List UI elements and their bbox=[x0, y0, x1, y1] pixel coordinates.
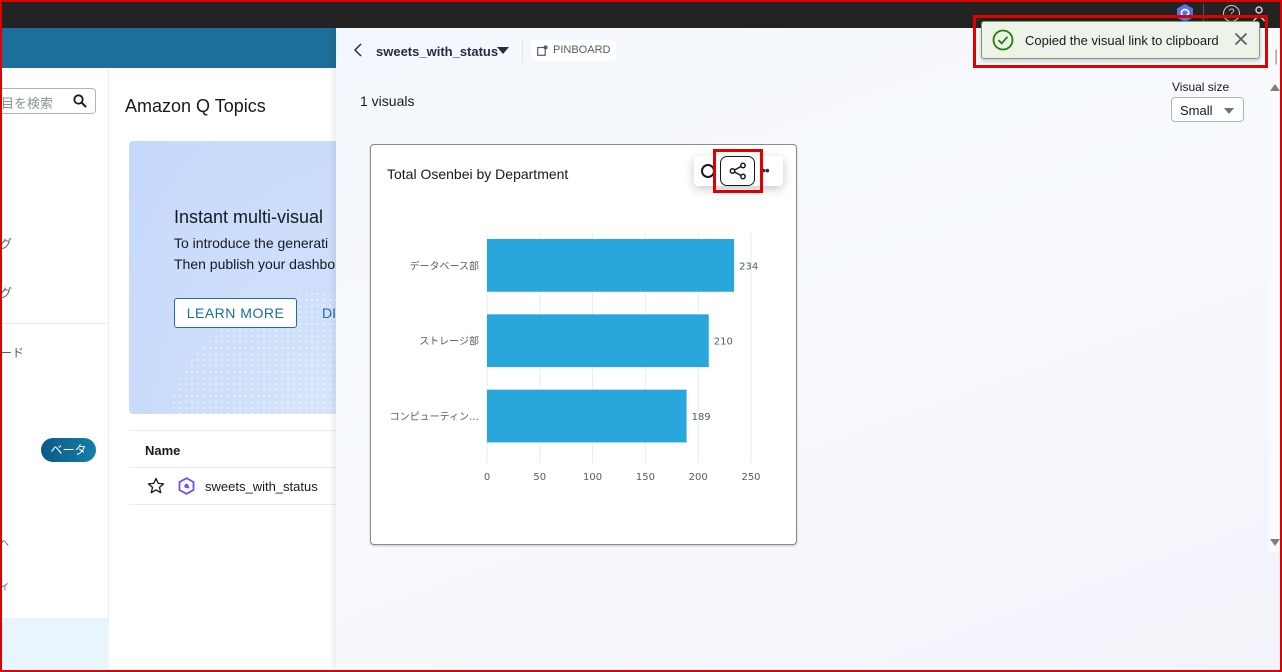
bar bbox=[487, 314, 709, 368]
bar-chart: 0 50 100 150 200 250 データベース部 234 ストレージ部 210 コンピューテ… bbox=[390, 233, 761, 483]
share-icon bbox=[729, 162, 746, 180]
x-tick-label: 0 bbox=[484, 472, 490, 483]
pinboard-icon bbox=[537, 45, 548, 56]
bar bbox=[487, 389, 687, 443]
table-row[interactable]: sweets_with_status bbox=[129, 468, 336, 505]
promo-dot-pattern bbox=[129, 141, 339, 414]
promo-text: Then publish your dashbo bbox=[174, 256, 336, 272]
sidebar-item-selected[interactable] bbox=[0, 618, 109, 672]
x-tick-label: 50 bbox=[533, 472, 546, 483]
sidebar: 目を検索 グ グ ード ベータ へ イ bbox=[0, 68, 109, 672]
caret-down-icon[interactable] bbox=[497, 47, 509, 54]
back-chevron-icon[interactable] bbox=[352, 42, 364, 58]
x-tick-label: 100 bbox=[583, 472, 602, 483]
table-header: Name bbox=[129, 430, 336, 468]
visual-size-select[interactable]: Small bbox=[1171, 97, 1244, 122]
promo-text: To introduce the generati bbox=[174, 235, 329, 251]
search-icon[interactable] bbox=[73, 94, 87, 108]
topic-selector[interactable]: sweets_with_status bbox=[376, 44, 498, 59]
category-label: データベース部 bbox=[410, 259, 480, 272]
scroll-down-arrow-icon[interactable] bbox=[1270, 539, 1280, 546]
data-label: 234 bbox=[739, 261, 758, 272]
close-icon[interactable] bbox=[1234, 32, 1248, 46]
visual-count: 1 visuals bbox=[360, 93, 415, 109]
data-label: 210 bbox=[714, 337, 733, 348]
app-header-bar bbox=[0, 28, 336, 68]
x-tick-label: 200 bbox=[689, 472, 708, 483]
share-button[interactable] bbox=[720, 156, 755, 186]
panel-edge-handle[interactable]: | bbox=[1274, 48, 1278, 66]
scroll-up-arrow-icon[interactable] bbox=[1270, 84, 1280, 91]
topic-icon bbox=[178, 477, 195, 495]
sidebar-item-fragment[interactable]: イ bbox=[0, 580, 9, 593]
sidebar-item-fragment[interactable]: グ bbox=[0, 235, 12, 252]
vertical-scrollbar[interactable] bbox=[1268, 78, 1282, 552]
learn-more-button[interactable]: LEARN MORE bbox=[174, 298, 297, 328]
sidebar-divider bbox=[0, 323, 109, 324]
explore-icon[interactable] bbox=[699, 162, 717, 180]
pinboard-label: PINBOARD bbox=[553, 44, 611, 56]
data-label: 189 bbox=[692, 412, 711, 423]
x-tick-label: 250 bbox=[741, 472, 760, 483]
header-divider bbox=[522, 40, 523, 62]
pinboard-button[interactable]: PINBOARD bbox=[531, 40, 617, 61]
help-icon[interactable]: ? bbox=[1223, 5, 1240, 22]
topic-name-link[interactable]: sweets_with_status bbox=[205, 479, 318, 494]
promo-heading: Instant multi-visual bbox=[174, 207, 324, 227]
category-label: ストレージ部 bbox=[419, 335, 479, 348]
beta-badge: ベータ bbox=[41, 438, 96, 462]
page-title: Amazon Q Topics bbox=[125, 96, 266, 116]
sidebar-item-fragment[interactable]: ード bbox=[0, 344, 24, 361]
column-header-name[interactable]: Name bbox=[145, 443, 180, 458]
visual-toolbar: •• bbox=[694, 156, 783, 186]
check-circle-icon bbox=[992, 29, 1014, 51]
more-options-icon[interactable]: •• bbox=[761, 162, 770, 178]
sidebar-item-fragment[interactable]: グ bbox=[0, 284, 12, 301]
caret-down-icon bbox=[1224, 108, 1234, 114]
toast-message: Copied the visual link to clipboard bbox=[1025, 33, 1219, 48]
category-label: コンピューティン… bbox=[390, 411, 479, 423]
visual-size-label: Visual size bbox=[1172, 80, 1230, 94]
dismiss-button[interactable]: DI bbox=[322, 305, 336, 321]
star-icon[interactable] bbox=[147, 477, 165, 495]
sidebar-search-input[interactable]: 目を検索 bbox=[0, 88, 96, 114]
sidebar-item-fragment[interactable]: へ bbox=[0, 536, 9, 549]
promo-banner: Instant multi-visual To introduce the ge… bbox=[129, 141, 339, 414]
success-toast: Copied the visual link to clipboard bbox=[981, 21, 1260, 59]
x-tick-label: 150 bbox=[636, 472, 655, 483]
main-content: Amazon Q Topics Instant multi-visual To … bbox=[109, 68, 339, 672]
bar bbox=[487, 239, 735, 292]
amazon-q-icon[interactable] bbox=[1176, 3, 1194, 23]
search-placeholder: 目を検索 bbox=[1, 96, 54, 111]
visual-size-value: Small bbox=[1180, 103, 1213, 118]
